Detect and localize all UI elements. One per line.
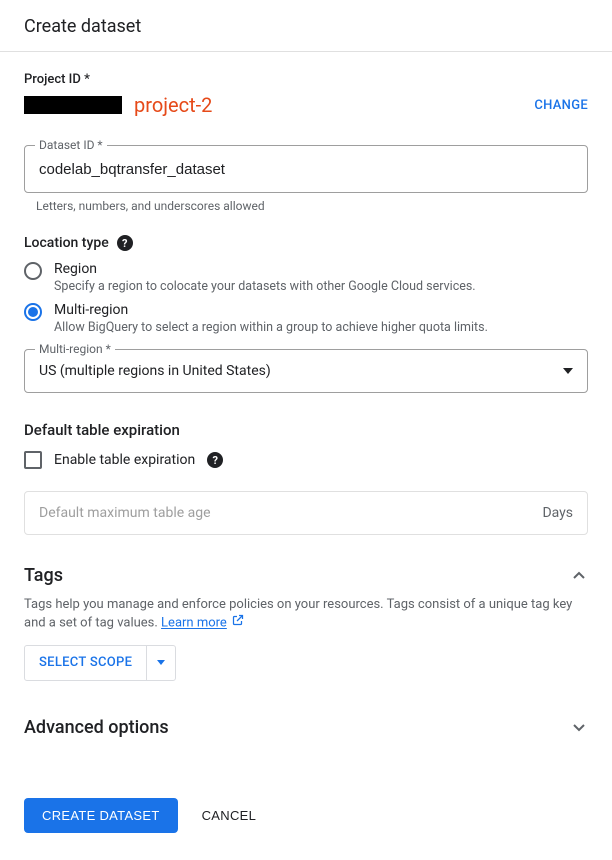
help-icon[interactable]: ? xyxy=(207,452,223,468)
max-table-age-field: Default maximum table age Days xyxy=(24,491,588,535)
max-table-age-placeholder: Default maximum table age xyxy=(39,505,542,521)
chevron-down-icon xyxy=(563,368,573,374)
dataset-id-input[interactable] xyxy=(39,161,573,178)
radio-multiregion-desc: Allow BigQuery to select a region within… xyxy=(54,320,588,335)
chevron-down-icon xyxy=(570,718,588,736)
radio-multiregion-label: Multi-region xyxy=(54,302,588,318)
cancel-button[interactable]: CANCEL xyxy=(202,808,257,823)
dataset-id-field[interactable]: Dataset ID * xyxy=(24,145,588,193)
form-content: Project ID * project-2 CHANGE Dataset ID… xyxy=(0,52,612,857)
tags-description: Tags help you manage and enforce policie… xyxy=(24,596,588,633)
dataset-id-floating-label: Dataset ID * xyxy=(35,138,107,152)
multiregion-floating-label: Multi-region * xyxy=(35,342,115,356)
project-name: project-2 xyxy=(134,93,212,117)
select-scope-label: SELECT SCOPE xyxy=(25,655,146,670)
advanced-options-title: Advanced options xyxy=(24,717,169,738)
create-dataset-button[interactable]: CREATE DATASET xyxy=(24,798,178,833)
project-id-label: Project ID * xyxy=(24,72,588,87)
expiration-heading: Default table expiration xyxy=(24,421,588,439)
tags-title: Tags xyxy=(24,565,63,586)
chevron-up-icon xyxy=(570,567,588,585)
learn-more-link[interactable]: Learn more xyxy=(161,616,227,631)
enable-expiration-label: Enable table expiration xyxy=(54,452,195,468)
page-title: Create dataset xyxy=(0,0,612,52)
location-type-label: Location type xyxy=(24,235,109,251)
radio-icon xyxy=(24,262,42,280)
advanced-options-header[interactable]: Advanced options xyxy=(24,717,588,738)
max-table-age-suffix: Days xyxy=(542,505,573,521)
tags-section-header[interactable]: Tags xyxy=(24,565,588,586)
dataset-id-helper: Letters, numbers, and underscores allowe… xyxy=(36,199,588,213)
radio-region[interactable]: Region Specify a region to colocate your… xyxy=(24,261,588,294)
multiregion-value: US (multiple regions in United States) xyxy=(39,363,563,379)
enable-expiration-checkbox[interactable]: Enable table expiration ? xyxy=(24,451,588,469)
multiregion-select[interactable]: Multi-region * US (multiple regions in U… xyxy=(24,349,588,393)
help-icon[interactable]: ? xyxy=(117,235,133,251)
change-project-button[interactable]: CHANGE xyxy=(534,98,588,113)
chevron-down-icon xyxy=(157,660,165,665)
checkbox-icon xyxy=(24,451,42,469)
external-link-icon xyxy=(232,614,244,632)
select-scope-button[interactable]: SELECT SCOPE xyxy=(24,645,176,681)
project-id-redacted xyxy=(24,96,122,114)
select-scope-dropdown[interactable] xyxy=(146,646,175,680)
radio-region-desc: Specify a region to colocate your datase… xyxy=(54,279,588,294)
radio-multiregion[interactable]: Multi-region Allow BigQuery to select a … xyxy=(24,302,588,335)
radio-region-label: Region xyxy=(54,261,588,277)
radio-icon xyxy=(24,303,42,321)
